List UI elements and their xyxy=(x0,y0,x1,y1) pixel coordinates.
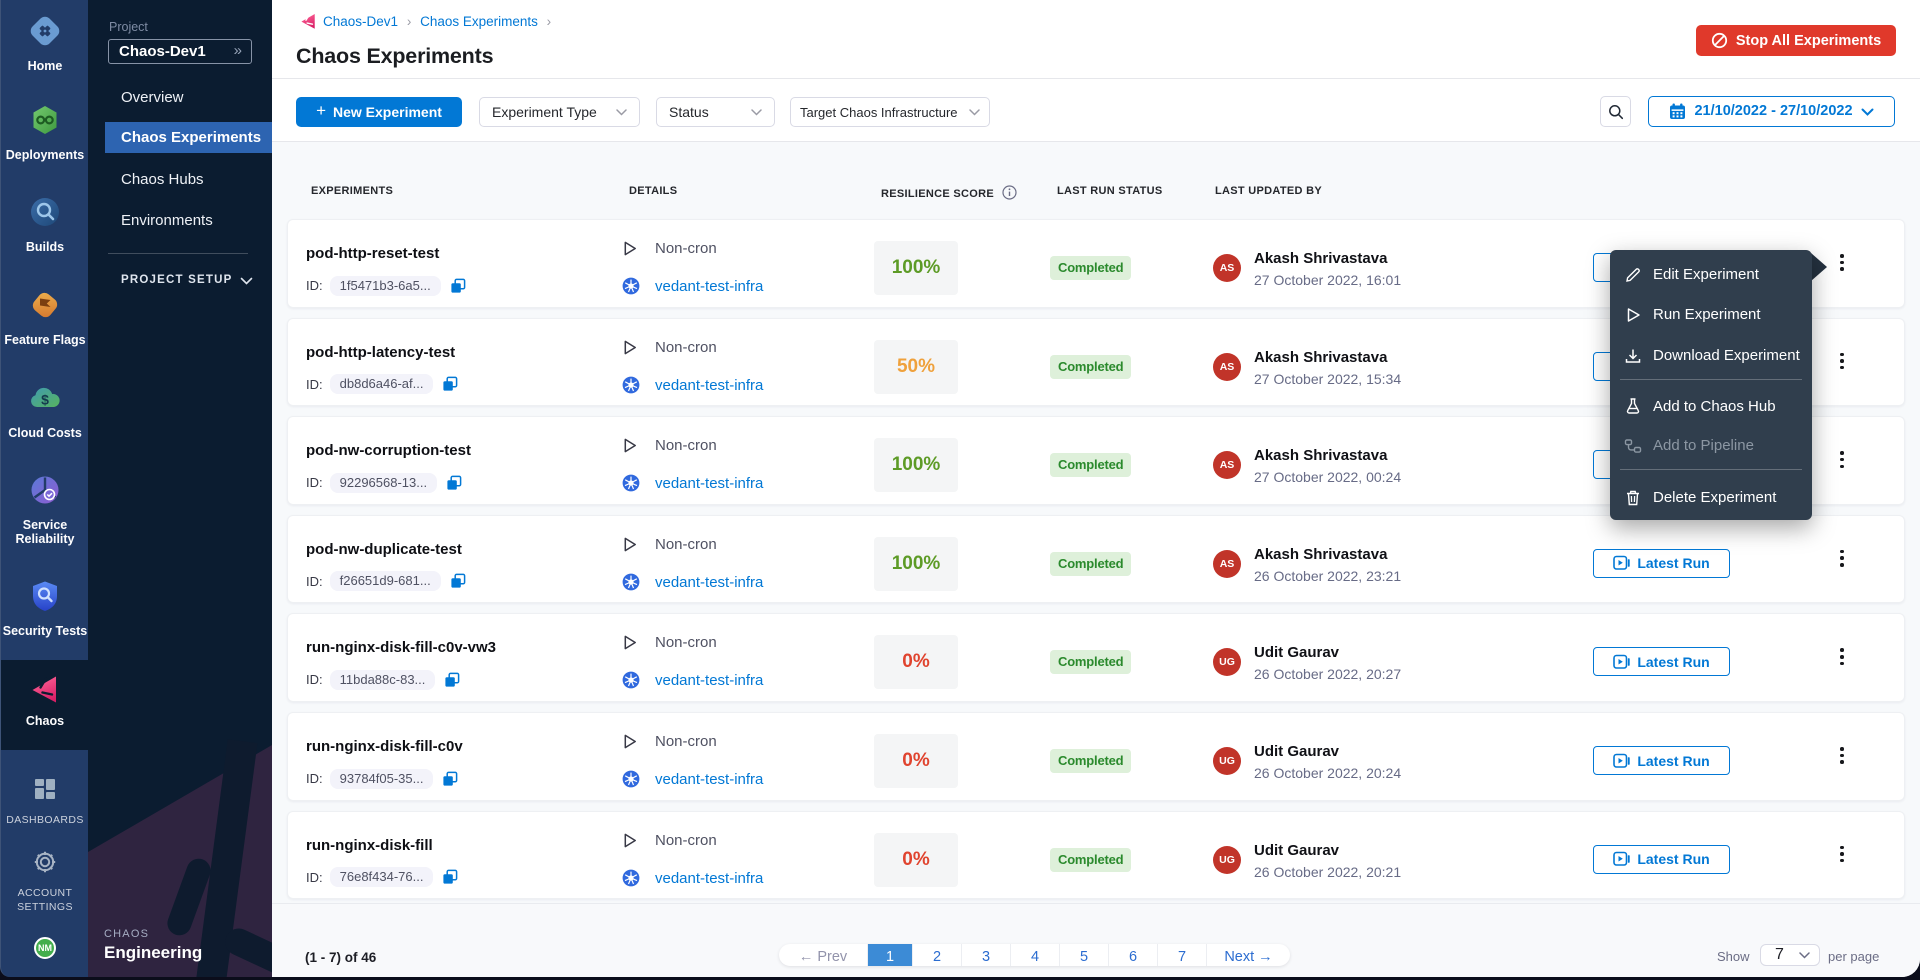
svg-text:$: $ xyxy=(41,392,49,408)
